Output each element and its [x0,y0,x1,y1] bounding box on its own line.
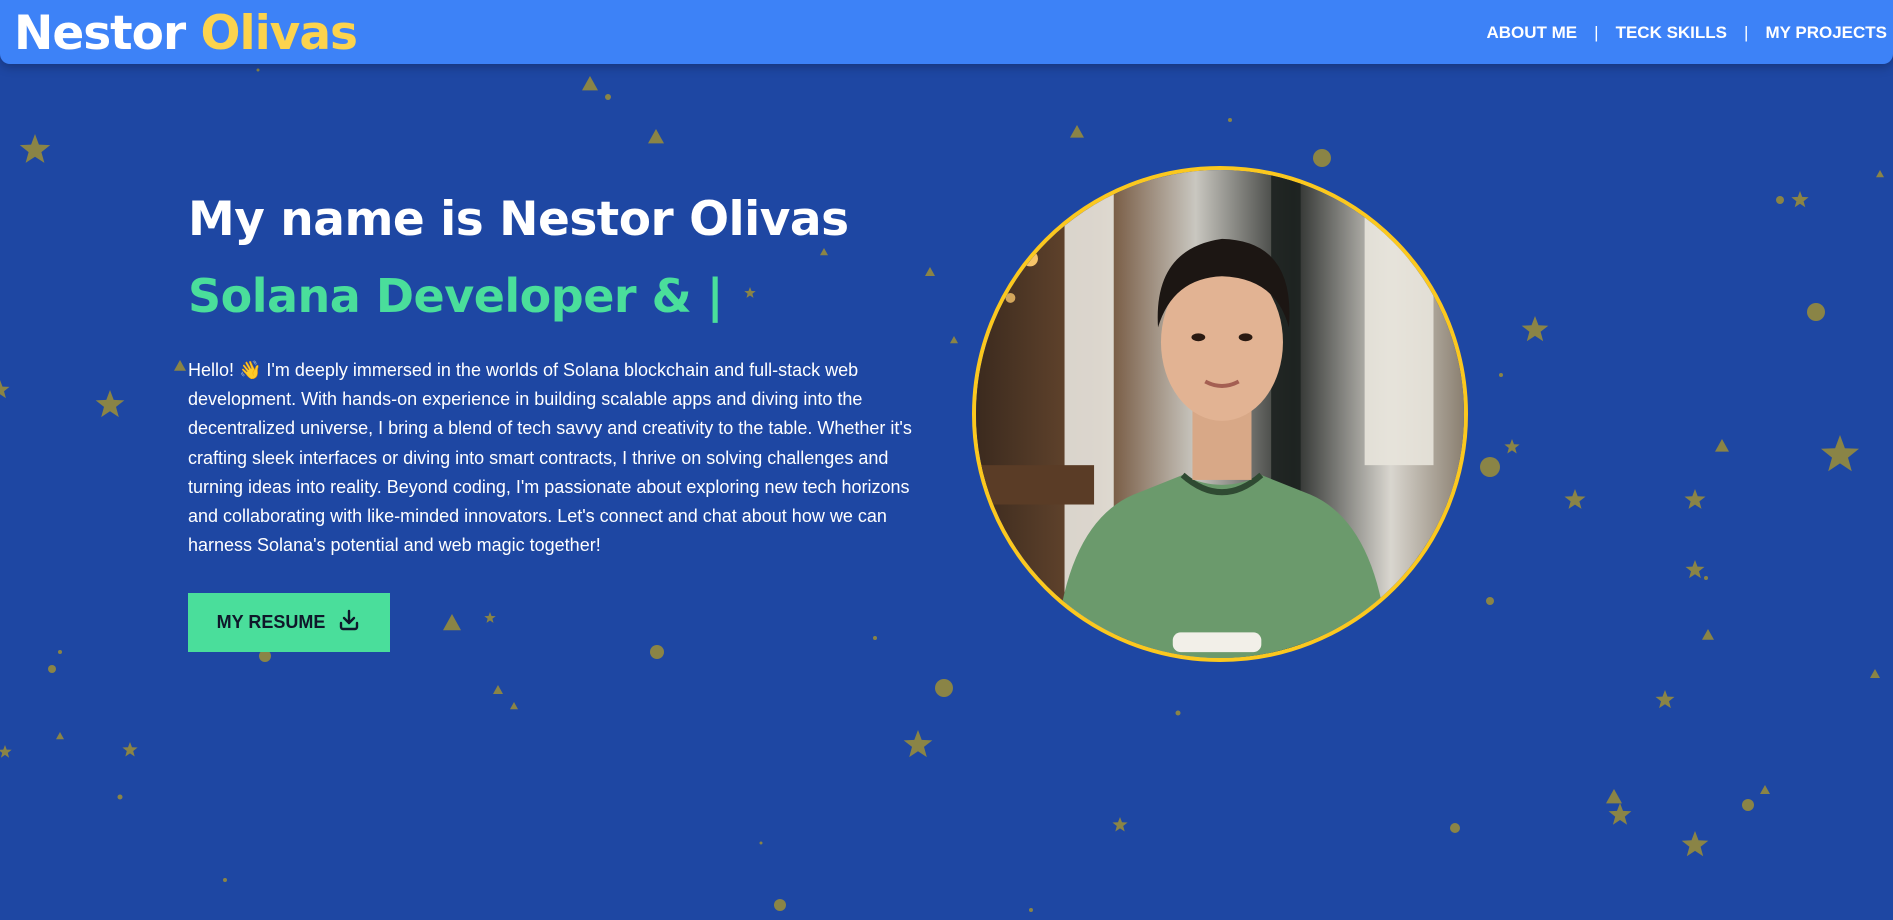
particle-dot [1175,710,1181,716]
particle-star [1564,489,1586,509]
nav-about-me[interactable]: ABOUT ME [1486,23,1577,43]
particle-star [0,745,12,758]
particle-triangle [443,614,461,631]
particle-dot [1807,303,1825,321]
particle-triangle [1870,669,1880,678]
particle-dot [1029,908,1033,912]
particle-dot [256,68,260,72]
particle-dot [605,94,611,100]
particle-star [744,287,756,298]
particle-star [1112,817,1128,832]
particle-triangle [493,685,503,694]
particle-star [903,730,933,758]
brand-first-name: Nestor [14,6,186,61]
particle-triangle [510,702,518,710]
particle-triangle [1760,785,1770,794]
hero-intro-text: Hello! 👋 I'm deeply immersed in the worl… [188,360,912,556]
particle-star [95,390,125,418]
particle-dot [1480,457,1500,477]
particle-star [1685,560,1705,579]
particle-triangle [56,732,64,740]
particle-dot [1776,196,1784,204]
profile-photo [972,166,1468,662]
particle-star [1655,690,1675,709]
nav-teck-skills[interactable]: TECK SKILLS [1616,23,1727,43]
particle-triangle [1702,629,1714,640]
particle-dot [1313,149,1331,167]
particle-star [1608,803,1632,825]
brand-last-name: Olivas [200,6,359,61]
particle-star [1521,316,1549,342]
nav-separator: | [1744,23,1749,42]
particle-dot [1742,799,1754,811]
particle-dot [117,794,123,800]
download-icon [337,608,361,637]
particle-star [1681,831,1709,857]
particle-star [19,134,51,163]
profile-photo-illustration [976,170,1464,658]
particle-star [1504,439,1520,454]
particle-triangle [174,360,186,371]
particle-triangle [648,129,664,144]
particle-star [1821,435,1859,472]
particle-dot [1228,118,1232,122]
top-navbar: Nestor Olivas ABOUT ME | TECK SKILLS | M… [0,0,1893,64]
resume-download-button[interactable]: MY RESUME [188,593,390,652]
particle-triangle [1876,170,1884,178]
particle-dot [759,841,763,845]
main-nav: ABOUT ME | TECK SKILLS | MY PROJECTS [1486,20,1887,46]
resume-button-label: MY RESUME [216,612,326,632]
particle-triangle [1070,125,1084,138]
particle-dot [1499,373,1503,377]
particle-star [1791,191,1809,208]
particle-dot [650,645,664,659]
particle-dot [873,636,877,640]
hero-role-typewriter: Solana Developer & | [188,269,724,323]
particle-dot [48,665,56,673]
particle-dot [1704,576,1708,580]
particle-star [0,380,10,399]
particle-triangle [925,267,935,276]
particle-dot [1450,823,1460,833]
brand-logo[interactable]: Nestor Olivas [14,6,359,62]
particle-star [484,612,496,623]
particle-dot [935,679,953,697]
particle-dot [774,899,786,911]
particle-triangle [950,336,958,344]
particle-triangle [1606,789,1622,804]
particle-triangle [1715,439,1729,452]
particle-dot [223,878,227,882]
hero-title: My name is Nestor Olivas [188,192,849,247]
particle-star [122,742,138,757]
nav-my-projects[interactable]: MY PROJECTS [1765,23,1887,43]
particle-dot [58,650,62,654]
particle-triangle [582,76,598,91]
particle-star [1684,489,1706,509]
nav-separator: | [1594,23,1599,42]
particle-dot [1486,597,1494,605]
